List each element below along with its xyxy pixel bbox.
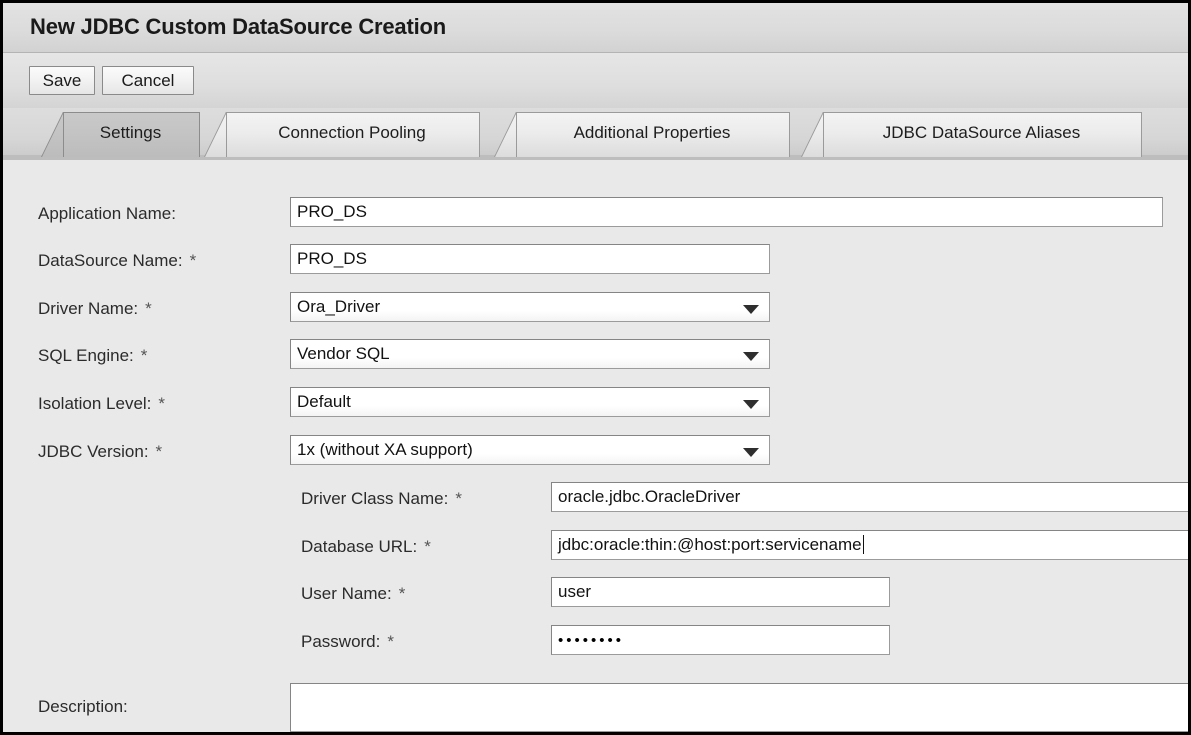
required-marker: * — [158, 394, 165, 413]
required-marker: * — [156, 442, 163, 461]
tab-label-settings: Settings — [100, 123, 161, 142]
required-marker: * — [455, 489, 462, 508]
chevron-down-icon[interactable] — [743, 448, 759, 457]
select-isolation-level[interactable]: Default — [290, 387, 770, 417]
label-driver-name: Driver Name:* — [38, 299, 152, 319]
label-sql-engine: SQL Engine:* — [38, 346, 147, 366]
text-cursor — [863, 535, 864, 554]
window-titlebar: New JDBC Custom DataSource Creation — [3, 3, 1188, 53]
cancel-button[interactable]: Cancel — [102, 66, 194, 95]
settings-panel: Application Name: PRO_DS DataSource Name… — [3, 160, 1188, 732]
jdbc-datasource-creation-window: New JDBC Custom DataSource Creation Save… — [0, 0, 1191, 735]
label-jdbc-version: JDBC Version:* — [38, 442, 162, 462]
input-user-name[interactable]: user — [551, 577, 890, 607]
tab-additional-properties[interactable]: Additional Properties — [516, 112, 788, 156]
tab-connection-pooling[interactable]: Connection Pooling — [226, 112, 478, 156]
input-application-name[interactable]: PRO_DS — [290, 197, 1163, 227]
toolbar: Save Cancel — [3, 53, 1188, 108]
chevron-down-icon[interactable] — [743, 400, 759, 409]
input-description[interactable] — [290, 683, 1191, 732]
label-isolation-level: Isolation Level:* — [38, 394, 165, 414]
page-title: New JDBC Custom DataSource Creation — [30, 14, 446, 40]
label-description: Description: — [38, 697, 128, 717]
chevron-down-icon[interactable] — [743, 352, 759, 361]
label-driver-class-name: Driver Class Name:* — [301, 489, 462, 509]
required-marker: * — [399, 584, 406, 603]
required-marker: * — [424, 537, 431, 556]
label-datasource-name: DataSource Name:* — [38, 251, 196, 271]
tab-jdbc-datasource-aliases[interactable]: JDBC DataSource Aliases — [823, 112, 1140, 156]
select-sql-engine[interactable]: Vendor SQL — [290, 339, 770, 369]
required-marker: * — [387, 632, 394, 651]
label-user-name: User Name:* — [301, 584, 405, 604]
input-driver-class-name[interactable]: oracle.jdbc.OracleDriver — [551, 482, 1191, 512]
input-password[interactable]: •••••••• — [551, 625, 890, 655]
tab-label-connection-pooling: Connection Pooling — [278, 123, 425, 142]
select-jdbc-version[interactable]: 1x (without XA support) — [290, 435, 770, 465]
select-driver-name[interactable]: Ora_Driver — [290, 292, 770, 322]
required-marker: * — [145, 299, 152, 318]
tab-strip: Settings Connection Pooling Additional P… — [3, 108, 1188, 160]
label-application-name: Application Name: — [38, 204, 176, 224]
save-button[interactable]: Save — [29, 66, 95, 95]
required-marker: * — [141, 346, 148, 365]
tab-label-jdbc-datasource-aliases: JDBC DataSource Aliases — [883, 123, 1080, 142]
input-datasource-name[interactable]: PRO_DS — [290, 244, 770, 274]
required-marker: * — [190, 251, 197, 270]
tab-settings[interactable]: Settings — [63, 112, 198, 156]
label-database-url: Database URL:* — [301, 537, 431, 557]
chevron-down-icon[interactable] — [743, 305, 759, 314]
label-password: Password:* — [301, 632, 394, 652]
tab-label-additional-properties: Additional Properties — [574, 123, 731, 142]
input-database-url[interactable]: jdbc:oracle:thin:@host:port:servicename — [551, 530, 1191, 560]
